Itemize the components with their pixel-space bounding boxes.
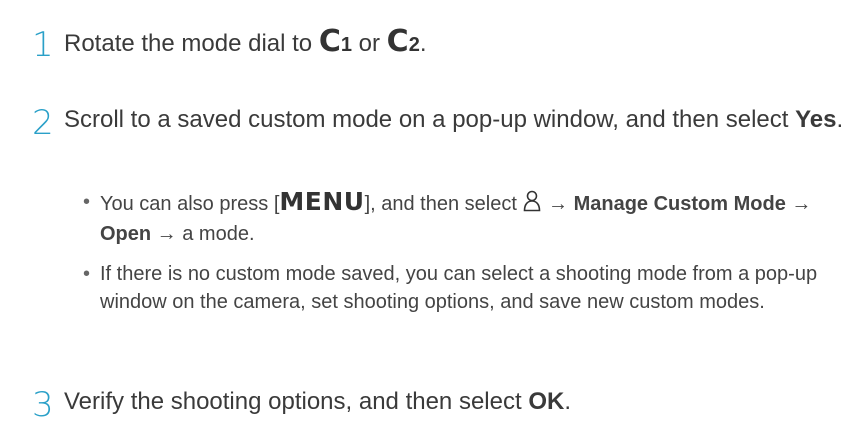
custom-mode-1-sub: 1 xyxy=(340,34,352,56)
menu-path-manage-custom-mode: Manage Custom Mode xyxy=(573,193,786,215)
bullet-text-tail: a mode. xyxy=(182,223,255,245)
menu-path-open: Open xyxy=(100,223,152,245)
step-text: Scroll to a saved custom mode on a pop-u… xyxy=(64,100,854,140)
step-text: Rotate the mode dial to C1 or C2. xyxy=(64,22,854,65)
step-text-body: Scroll to a saved custom mode on a pop-u… xyxy=(64,106,796,133)
step-number: 1 xyxy=(32,25,54,65)
step-text-bold: Yes xyxy=(795,106,837,133)
step-text-or: or xyxy=(351,30,387,57)
step-text: Verify the shooting options, and then se… xyxy=(64,382,854,422)
bullet-text: If there is no custom mode saved, you ca… xyxy=(100,263,818,313)
note-bullets: • You can also press [MENU], and then se… xyxy=(80,188,850,328)
step-text-body: Verify the shooting options, and then se… xyxy=(64,388,529,415)
step-text-suffix: . xyxy=(419,30,427,57)
custom-mode-2-sub: 2 xyxy=(408,34,420,56)
list-item: • You can also press [MENU], and then se… xyxy=(80,188,850,248)
step-number: 2 xyxy=(32,103,54,143)
bullet-text-mid: ], and then select xyxy=(364,193,523,215)
arrow: → xyxy=(785,193,812,215)
arrow: → xyxy=(151,223,183,245)
step-text-bold: OK xyxy=(528,388,565,415)
bullet-glyph: • xyxy=(83,191,91,213)
bullet-glyph: • xyxy=(83,263,91,285)
step-text-suffix: . xyxy=(564,388,571,415)
step-text-prefix: Rotate the mode dial to xyxy=(64,30,319,57)
custom-mode-1-label: C xyxy=(318,24,341,59)
arrow: → xyxy=(542,193,574,215)
custom-mode-2-label: C xyxy=(386,24,409,59)
list-item: • If there is no custom mode saved, you … xyxy=(80,260,850,316)
bullet-text-pre: You can also press [ xyxy=(100,193,280,215)
step-number: 3 xyxy=(32,385,54,425)
person-icon xyxy=(522,190,542,220)
menu-key-label: MENU xyxy=(279,187,365,216)
step-text-suffix: . xyxy=(836,106,844,133)
